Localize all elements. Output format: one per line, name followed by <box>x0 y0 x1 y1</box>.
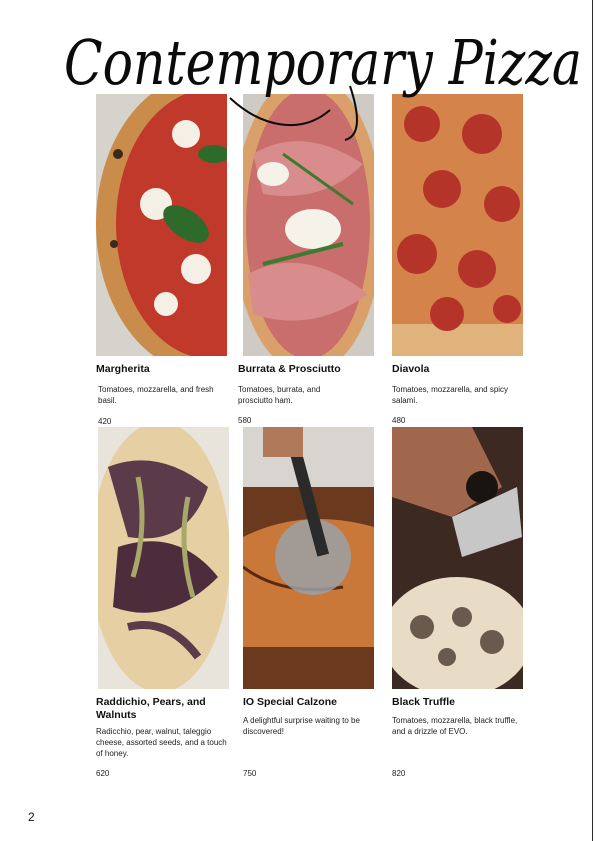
item-price: 480 <box>392 416 406 425</box>
item-description: Tomatoes, mozzarella, and spicy salami. <box>392 385 509 405</box>
item-description: Radicchio, pear, walnut, taleggio cheese… <box>96 727 227 758</box>
radicchio-pear-photo <box>98 427 229 689</box>
item-name: Margherita <box>96 363 150 375</box>
svg-text:Contemporary Pizza: Contemporary Pizza <box>64 26 582 99</box>
margherita-photo <box>96 94 227 356</box>
item-price: 750 <box>243 769 257 778</box>
burrata-prosciutto-photo <box>243 94 374 356</box>
page-number: 2 <box>28 810 35 824</box>
item-name: Burrata & Prosciutto <box>238 363 341 375</box>
item-name: Diavola <box>392 363 430 375</box>
calzone-photo <box>243 427 374 689</box>
item-price: 580 <box>238 416 252 425</box>
item-name: Raddichio, Pears, and Walnuts <box>96 696 206 721</box>
item-name: IO Special Calzone <box>243 696 337 708</box>
item-description: Tomatoes, mozzarella, black truffle, and… <box>392 716 518 736</box>
item-description: Tomatoes, burrata, and prosciutto ham. <box>238 385 321 405</box>
page-edge <box>592 0 593 841</box>
item-price: 620 <box>96 769 110 778</box>
item-description: Tomatoes, mozzarella, and fresh basil. <box>98 385 214 405</box>
diavola-photo <box>392 94 523 356</box>
black-truffle-photo <box>392 427 523 689</box>
item-name: Black Truffle <box>392 696 456 708</box>
item-description: A delightful surprise waiting to be disc… <box>243 716 360 736</box>
item-price: 820 <box>392 769 406 778</box>
item-price: 420 <box>98 417 112 426</box>
